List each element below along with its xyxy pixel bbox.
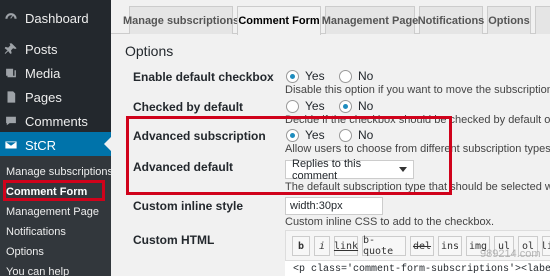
qt-bquote-button[interactable]: b-quote [362,235,406,257]
label-advanced-default: Advanced default [133,160,234,174]
tab-manage-subscriptions[interactable]: Manage subscriptions [123,6,239,34]
dashboard-icon [4,11,18,25]
qt-li-button[interactable]: li [542,236,550,256]
sidebar-item-label: StCR [25,137,57,153]
submenu-options[interactable]: Options [6,246,44,258]
submenu-manage-subscriptions[interactable]: Manage subscriptions [6,166,113,178]
desc-advanced-default: The default subscription type that shoul… [285,181,550,193]
sidebar-item-label: Posts [25,41,58,57]
radio-label: No [358,69,374,83]
radio-dot [339,99,352,113]
qt-ins-button[interactable]: ins [438,236,462,256]
sidebar-item-dashboard[interactable]: Dashboard [0,6,111,30]
media-icon [4,66,18,80]
active-menu-notch [104,136,112,152]
custom-inline-input[interactable]: width:30px [285,197,383,215]
tab-overflow[interactable] [535,6,550,34]
sidebar-item-posts[interactable]: Posts [0,37,111,61]
pages-icon [4,90,18,104]
chevron-down-icon [399,167,407,172]
comments-icon [4,114,18,128]
desc-enable-default: Disable this option if you want to move … [285,84,550,96]
tab-bar: Manage subscriptions Comment Form Manage… [111,0,550,35]
label-advanced-subscription: Advanced subscription [133,129,266,143]
desc-advanced-subscription: Allow users to choose from different sub… [285,143,550,155]
submenu-comment-form[interactable]: Comment Form [6,186,87,198]
radio-advanced-subscription-yes[interactable]: Yes [286,128,325,142]
desc-checked-default: Decide if the checkbox should be checked… [285,114,550,126]
mail-icon [4,138,18,152]
tab-comment-form[interactable]: Comment Form [237,6,321,35]
watermark: 989214.com [480,248,541,260]
radio-label: Yes [305,128,325,142]
section-title: Options [125,43,174,59]
label-enable-default: Enable default checkbox [133,70,274,84]
sidebar-item-label: Media [25,65,61,81]
advanced-default-select[interactable]: Replies to this comment [285,157,414,182]
sidebar-item-label: Comments [25,113,88,129]
pin-icon [4,42,18,56]
radio-label: No [358,128,374,142]
radio-enable-default-no[interactable]: No [339,69,373,83]
sidebar-item-label: Dashboard [25,10,89,26]
submenu-management-page[interactable]: Management Page [6,206,99,218]
sidebar-item-media[interactable]: Media [0,61,111,85]
tab-notifications[interactable]: Notifications [418,6,484,34]
radio-checked-default-no[interactable]: No [339,99,373,113]
label-custom-inline: Custom inline style [133,199,244,213]
qt-bold-button[interactable]: b [292,236,310,256]
admin-sidebar: Dashboard Posts Media Pages Comments StC… [0,0,113,276]
label-custom-html: Custom HTML [133,233,215,247]
radio-dot [339,128,352,142]
submenu-you-can-help[interactable]: You can help [6,266,69,276]
submenu-notifications[interactable]: Notifications [6,226,66,238]
qt-del-button[interactable]: del [410,236,434,256]
sidebar-item-label: Pages [25,89,62,105]
radio-enable-default-yes[interactable]: Yes [286,69,325,83]
radio-checked-default-yes[interactable]: Yes [286,99,325,113]
sidebar-item-comments[interactable]: Comments [0,109,111,133]
radio-dot [286,128,299,142]
radio-label: No [358,99,374,113]
radio-label: Yes [305,69,325,83]
radio-advanced-subscription-no[interactable]: No [339,128,373,142]
label-checked-default: Checked by default [133,100,244,114]
radio-dot [339,69,352,83]
sidebar-item-pages[interactable]: Pages [0,85,111,109]
select-value: Replies to this comment [292,157,362,182]
tab-options[interactable]: Options [487,6,531,34]
qt-italic-button[interactable]: i [314,236,330,256]
radio-dot [286,99,299,113]
radio-dot [286,69,299,83]
custom-html-textarea[interactable]: <p class='comment-form-subscriptions'><l… [285,260,550,276]
sidebar-item-stcr[interactable]: StCR [0,132,111,158]
qt-link-button[interactable]: link [334,236,358,256]
stcr-submenu: Manage subscriptions Comment Form Manage… [0,156,113,276]
desc-custom-inline: Custom inline CSS to add to the checkbox… [285,216,495,228]
radio-label: Yes [305,99,325,113]
tab-management-page[interactable]: Management Page [322,6,418,34]
